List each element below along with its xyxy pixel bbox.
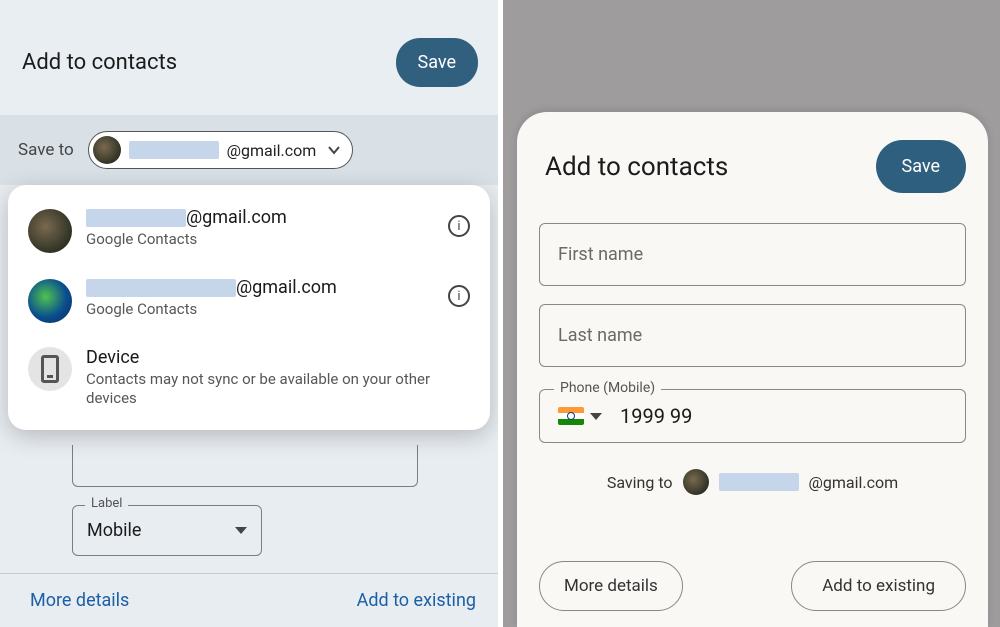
phone-field[interactable]: Phone (Mobile) 1999 99 <box>539 389 966 443</box>
bottom-sheet: Add to contacts Save First name Last nam… <box>517 112 988 627</box>
email-suffix: @gmail.com <box>186 207 287 228</box>
country-selector[interactable] <box>558 407 602 425</box>
save-to-label: Save to <box>18 140 74 160</box>
device-option[interactable]: Device Contacts may not sync or be avail… <box>14 335 484 420</box>
last-name-placeholder: Last name <box>558 325 642 346</box>
redacted-email-prefix <box>719 473 799 491</box>
dropdown-caret-icon <box>235 527 247 534</box>
footer-actions: More details Add to existing <box>0 573 498 627</box>
first-name-field[interactable]: First name <box>539 223 966 286</box>
device-title: Device <box>86 347 470 368</box>
left-screenshot: Add to contacts Save Save to @gmail.com … <box>0 0 498 627</box>
save-to-account-chip[interactable]: @gmail.com <box>88 131 354 169</box>
redacted-email-prefix <box>86 279 236 297</box>
save-to-row: Save to @gmail.com <box>0 115 498 185</box>
right-screenshot: Add to contacts Save First name Last nam… <box>503 0 1000 627</box>
chevron-down-icon <box>326 142 342 158</box>
partial-field[interactable] <box>72 445 418 487</box>
header: Add to contacts Save <box>0 0 498 115</box>
dropdown-caret-icon <box>590 413 602 420</box>
device-sublabel: Contacts may not sync or be available on… <box>86 370 470 408</box>
page-title: Add to contacts <box>22 50 177 75</box>
phone-float-label: Phone (Mobile) <box>554 380 661 396</box>
account-option-1[interactable]: @gmail.com Google Contacts i <box>14 195 484 265</box>
redacted-email-prefix <box>129 141 219 159</box>
label-dropdown[interactable]: Label Mobile <box>72 505 262 556</box>
footer-actions: More details Add to existing <box>539 561 966 611</box>
last-name-field[interactable]: Last name <box>539 304 966 367</box>
account-sublabel: Google Contacts <box>86 300 434 319</box>
add-to-existing-link[interactable]: Add to existing <box>357 590 476 611</box>
avatar <box>93 136 121 164</box>
account-sublabel: Google Contacts <box>86 230 434 249</box>
more-details-link[interactable]: More details <box>30 590 129 611</box>
more-details-button[interactable]: More details <box>539 561 683 611</box>
save-button[interactable]: Save <box>876 140 967 193</box>
redacted-email-prefix <box>86 209 186 227</box>
page-title: Add to contacts <box>545 152 728 182</box>
first-name-placeholder: First name <box>558 244 643 265</box>
phone-value: 1999 99 <box>620 404 692 428</box>
saving-to-row: Saving to @gmail.com <box>539 469 966 495</box>
label-float: Label <box>85 496 128 511</box>
add-to-existing-button[interactable]: Add to existing <box>791 561 966 611</box>
account-option-2[interactable]: @gmail.com Google Contacts i <box>14 265 484 335</box>
label-value: Mobile <box>87 520 141 541</box>
background-form-area: Label Mobile <box>0 445 498 556</box>
account-dropdown: @gmail.com Google Contacts i @gmail.com … <box>8 185 490 430</box>
saving-to-label: Saving to <box>607 473 673 492</box>
sheet-header: Add to contacts Save <box>545 140 966 193</box>
avatar <box>28 209 72 253</box>
email-suffix: @gmail.com <box>227 141 317 160</box>
info-icon[interactable]: i <box>448 215 470 237</box>
avatar <box>28 279 72 323</box>
device-icon <box>28 347 72 391</box>
flag-india-icon <box>558 407 584 425</box>
email-suffix: @gmail.com <box>236 277 337 298</box>
avatar <box>683 469 709 495</box>
email-suffix: @gmail.com <box>809 473 899 492</box>
info-icon[interactable]: i <box>448 285 470 307</box>
save-button[interactable]: Save <box>396 38 479 87</box>
